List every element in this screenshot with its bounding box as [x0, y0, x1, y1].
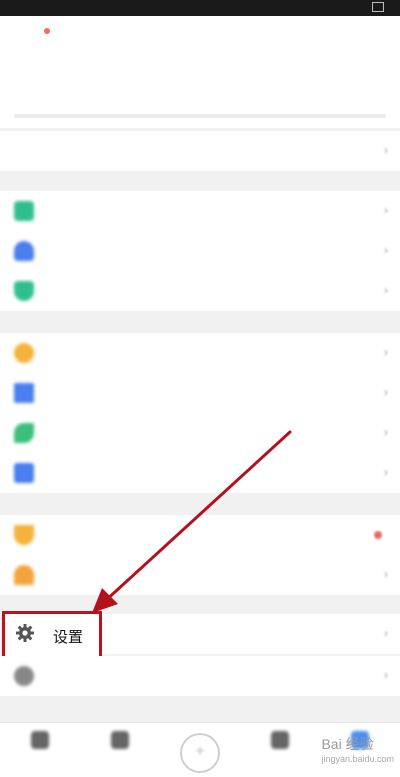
chevron-right-icon: › — [384, 668, 388, 682]
watermark-sub: jingyan.baidu.com — [321, 754, 394, 764]
list-item-share-records[interactable]: › — [0, 413, 400, 453]
shield-icon — [14, 281, 34, 301]
list-item-help[interactable]: › — [0, 656, 400, 696]
gear-icon — [16, 624, 34, 642]
storage-progress-bar — [14, 114, 386, 118]
list-item-safe[interactable]: › — [0, 271, 400, 311]
chevron-right-icon: › — [384, 143, 388, 157]
chevron-right-icon: › — [384, 283, 388, 297]
add-icon: + — [195, 743, 205, 760]
baidu-watermark: Bai 经验 jingyan.baidu.com — [321, 734, 394, 764]
settings-label: 设置 — [53, 629, 84, 646]
storage-row[interactable] — [0, 76, 400, 128]
download-icon — [14, 383, 34, 403]
notification-dot — [44, 28, 50, 34]
chevron-right-icon: › — [384, 243, 388, 257]
diamond-icon — [14, 525, 34, 545]
add-button[interactable]: + — [180, 733, 220, 773]
chevron-right-icon: › — [384, 465, 388, 479]
help-icon — [14, 666, 34, 686]
settings-row-highlight[interactable]: 设置 — [2, 611, 102, 660]
note-icon — [14, 201, 34, 221]
share-tab-icon — [271, 731, 289, 749]
status-right — [372, 2, 388, 13]
chevron-right-icon: › — [384, 203, 388, 217]
list-item-report[interactable]: › — [0, 555, 400, 595]
promo-dot — [374, 531, 382, 539]
share-group-icon — [14, 241, 34, 261]
list-item-share-group[interactable]: › — [0, 231, 400, 271]
tab-home[interactable] — [20, 731, 60, 752]
watermark-text: Bai 经验 — [321, 736, 374, 752]
chevron-right-icon: › — [384, 567, 388, 581]
warning-icon — [14, 565, 34, 585]
chevron-right-icon: › — [384, 425, 388, 439]
star-icon — [14, 343, 34, 363]
trash-icon — [14, 463, 34, 483]
tab-files[interactable] — [100, 731, 140, 752]
chevron-right-icon: › — [384, 345, 388, 359]
battery-icon — [372, 2, 384, 13]
chevron-right-icon: › — [384, 385, 388, 399]
link-icon — [14, 423, 34, 443]
status-bar — [0, 0, 400, 16]
list-item-service[interactable] — [0, 515, 400, 555]
tab-share[interactable] — [260, 731, 300, 752]
files-tab-icon — [111, 731, 129, 749]
list-item-recycle-bin[interactable]: › — [0, 453, 400, 493]
settings-row-background: › — [102, 614, 400, 654]
list-item-favorites[interactable]: › — [0, 333, 400, 373]
chevron-right-icon: › — [384, 626, 388, 640]
home-tab-icon — [31, 731, 49, 749]
app-header — [0, 16, 400, 76]
manage-row[interactable]: › — [0, 131, 400, 171]
list-item-note[interactable]: › — [0, 191, 400, 231]
list-item-downloads[interactable]: › — [0, 373, 400, 413]
